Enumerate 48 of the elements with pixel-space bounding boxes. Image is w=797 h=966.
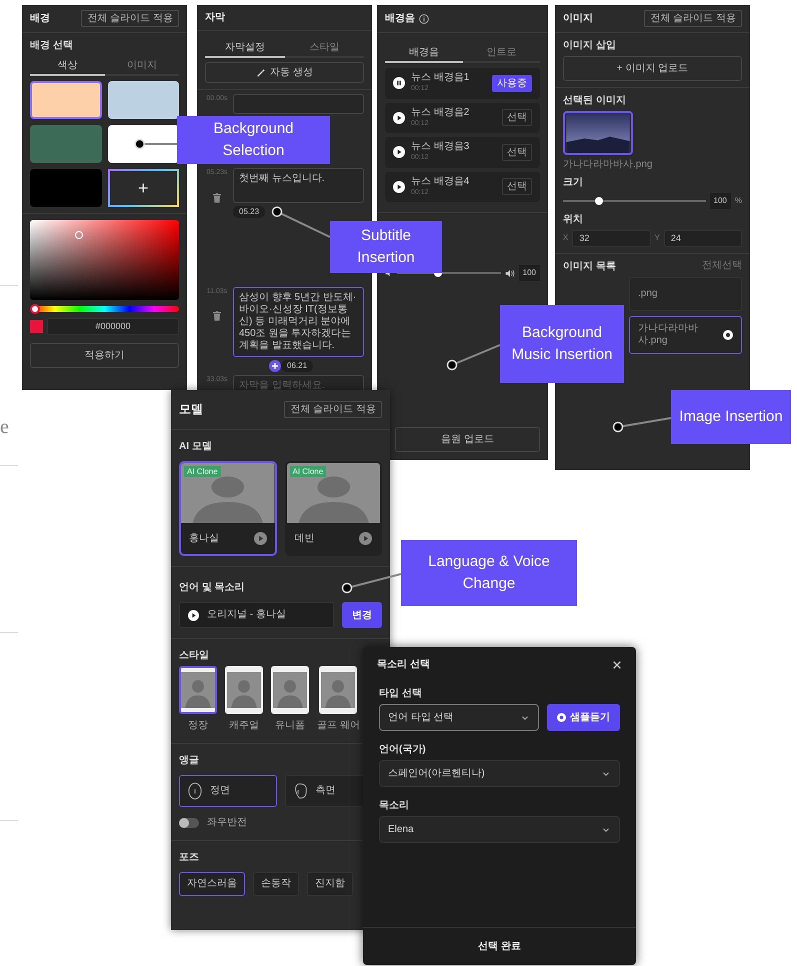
field-label: 목소리 bbox=[379, 799, 410, 812]
file-name: 가나다라마바사.png bbox=[638, 322, 699, 347]
volume-value: 100 bbox=[518, 265, 540, 281]
axis-label: X bbox=[563, 232, 568, 244]
ai-clone-badge: AI Clone bbox=[290, 466, 326, 478]
section-label: 이미지 삽입 bbox=[563, 39, 617, 52]
time-marker: 05.23 bbox=[233, 206, 266, 218]
toggle-label: 좌우반전 bbox=[207, 816, 247, 830]
style-label: 캐주얼 bbox=[229, 719, 259, 733]
field-label: 언어(국가) bbox=[379, 743, 427, 756]
panel-title: 모델 bbox=[179, 402, 203, 417]
ai-clone-badge: AI Clone bbox=[184, 466, 221, 478]
section-label: 스타일 bbox=[179, 649, 210, 662]
section-label: 앵글 bbox=[179, 754, 200, 767]
callout-label: Background Selection bbox=[177, 116, 330, 164]
model-name: 홍나실 bbox=[189, 532, 219, 546]
callout-label: Background Music Insertion bbox=[500, 305, 624, 383]
field-label: 위치 bbox=[563, 213, 584, 226]
style-label: 골프 웨어 bbox=[317, 719, 360, 733]
section-label: 포즈 bbox=[179, 851, 200, 864]
panel-title: 자막 bbox=[205, 12, 225, 24]
panel-title: 이미지 bbox=[563, 12, 593, 24]
time-marker: 06.21 bbox=[281, 360, 314, 372]
section-label: 이미지 목록 bbox=[563, 260, 616, 273]
section-label: AI 모델 bbox=[179, 440, 213, 453]
callout-label: Subtitle Insertion bbox=[330, 221, 442, 273]
unit-label: % bbox=[734, 195, 742, 207]
axis-label: Y bbox=[654, 232, 660, 244]
page-text: e bbox=[0, 415, 9, 440]
field-label: 크기 bbox=[563, 176, 584, 189]
style-label: 정장 bbox=[188, 719, 208, 733]
section-label: 배경 선택 bbox=[30, 39, 74, 52]
field-label: 타입 선택 bbox=[379, 687, 423, 700]
file-name: .png bbox=[638, 288, 658, 300]
panel-title: 배경 bbox=[30, 12, 50, 24]
model-name: 데빈 bbox=[294, 532, 314, 546]
track-name: 뉴스 배경음1 bbox=[411, 72, 470, 84]
track-name: 뉴스 배경음4 bbox=[411, 176, 470, 188]
file-name: 가나다라마바사.png bbox=[563, 158, 654, 172]
track-name: 뉴스 배경음3 bbox=[411, 141, 470, 153]
callout-label: Language & Voice Change bbox=[401, 540, 577, 606]
track-name: 뉴스 배경음2 bbox=[411, 106, 470, 118]
style-label: 유니폼 bbox=[275, 719, 305, 733]
callout-label: Image Insertion bbox=[671, 390, 791, 444]
dialog-title: 목소리 선택 bbox=[377, 659, 430, 671]
panel-title: 배경음 bbox=[385, 12, 415, 24]
section-label: 선택된 이미지 bbox=[563, 94, 627, 107]
section-label: 언어 및 목소리 bbox=[179, 581, 246, 594]
